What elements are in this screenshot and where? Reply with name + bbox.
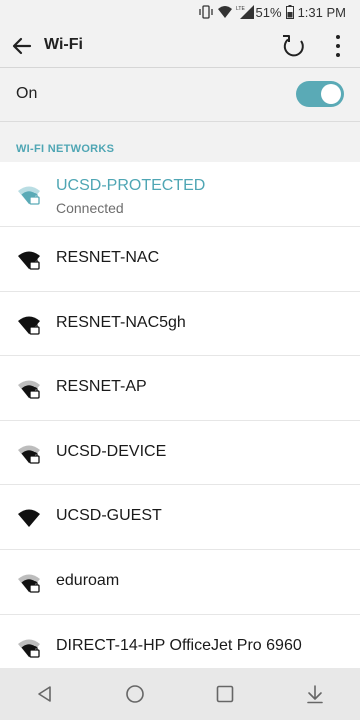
wifi-icon (18, 509, 40, 528)
status-bar: LTE 51% 1:31 PM (0, 0, 360, 24)
arrow-left-icon (12, 37, 32, 55)
nav-recents-button[interactable] (205, 674, 245, 714)
network-name: DIRECT-14-HP OfficeJet Pro 6960 (56, 636, 302, 654)
page-title: Wi-Fi (44, 36, 83, 53)
network-status: Connected (56, 200, 124, 216)
nav-back-button[interactable] (25, 674, 65, 714)
network-name: RESNET-NAC5gh (56, 313, 186, 331)
back-button[interactable] (10, 34, 34, 58)
more-vert-icon (336, 35, 340, 57)
navigation-bar (0, 668, 360, 720)
vibrate-icon (198, 5, 214, 19)
nav-home-button[interactable] (115, 674, 155, 714)
section-header: WI-FI NETWORKS (0, 122, 360, 162)
wifi-switch[interactable] (296, 81, 344, 107)
wifi-lock-icon (18, 316, 40, 335)
network-item-ucsd-device[interactable]: UCSD-DEVICE (0, 420, 360, 486)
toggle-label: On (16, 85, 38, 102)
network-name: eduroam (56, 571, 120, 589)
recents-square-icon (216, 685, 234, 703)
switch-knob (321, 84, 341, 104)
network-item-resnet-nac5gh[interactable]: RESNET-NAC5gh (0, 291, 360, 357)
network-item-resnet-nac[interactable]: RESNET-NAC (0, 227, 360, 292)
network-name: UCSD-GUEST (56, 507, 162, 525)
back-triangle-icon (38, 686, 51, 702)
network-item-ucsd-protected[interactable]: UCSD-PROTECTED Connected (0, 162, 360, 227)
refresh-icon (283, 35, 304, 57)
wifi-status-icon (217, 6, 232, 18)
notification-down-icon (307, 685, 323, 704)
network-name: RESNET-NAC (56, 249, 160, 266)
network-item-eduroam[interactable]: eduroam (0, 549, 360, 615)
wifi-lock-icon (18, 186, 40, 205)
wifi-lock-icon (18, 380, 40, 399)
section-title: WI-FI NETWORKS (16, 143, 115, 155)
wifi-lock-icon (18, 574, 40, 593)
wifi-lock-icon (18, 639, 40, 658)
more-options-button[interactable] (326, 33, 350, 59)
wifi-toggle-row[interactable]: On (0, 68, 360, 122)
refresh-button[interactable] (280, 32, 308, 60)
lte-signal-icon: LTE (236, 5, 254, 19)
nav-notification-button[interactable] (295, 674, 335, 714)
battery-icon (285, 5, 294, 19)
svg-text:LTE: LTE (236, 6, 245, 12)
wifi-lock-icon (18, 445, 40, 464)
network-list: UCSD-PROTECTED Connected RESNET-NAC RESN… (0, 162, 360, 680)
network-name: UCSD-DEVICE (56, 442, 167, 460)
app-bar: Wi-Fi (0, 24, 360, 68)
clock: 1:31 PM (297, 4, 346, 20)
network-item-resnet-ap[interactable]: RESNET-AP (0, 356, 360, 421)
home-circle-icon (126, 685, 144, 703)
network-name: RESNET-AP (56, 378, 147, 396)
network-name: UCSD-PROTECTED (56, 177, 206, 194)
battery-percent: 51% (255, 4, 282, 20)
network-item-ucsd-guest[interactable]: UCSD-GUEST (0, 485, 360, 550)
wifi-lock-icon (18, 251, 40, 270)
